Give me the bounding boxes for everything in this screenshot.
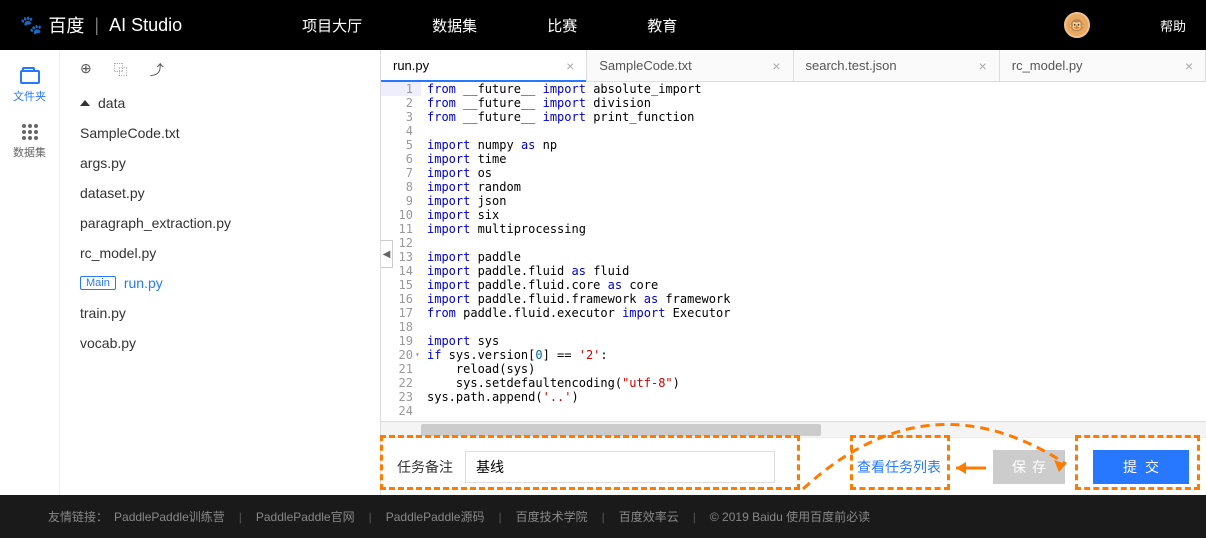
rail-datasets[interactable]: 数据集 xyxy=(13,124,46,160)
main-badge: Main xyxy=(80,276,116,290)
close-icon[interactable]: × xyxy=(979,58,987,74)
file-panel: ⊕ ⿻ ⤴ data SampleCode.txt args.py datase… xyxy=(60,50,380,495)
file-item[interactable]: rc_model.py xyxy=(70,238,370,268)
folder-icon xyxy=(20,70,40,84)
file-item[interactable]: SampleCode.txt xyxy=(70,118,370,148)
task-note-input[interactable] xyxy=(465,451,775,483)
file-item[interactable]: paragraph_extraction.py xyxy=(70,208,370,238)
submit-button[interactable]: 提交 xyxy=(1093,450,1189,484)
file-toolbar: ⊕ ⿻ ⤴ xyxy=(60,60,380,88)
footer-link[interactable]: 百度技术学院 xyxy=(516,508,588,525)
footer-prefix: 友情链接： xyxy=(48,508,108,525)
logo[interactable]: 🐾 百度 | AI Studio xyxy=(20,12,182,38)
file-item[interactable]: vocab.py xyxy=(70,328,370,358)
file-item-main[interactable]: Mainrun.py xyxy=(70,268,370,298)
close-icon[interactable]: × xyxy=(566,58,574,74)
upload-icon[interactable]: ⤴ xyxy=(150,60,164,80)
footer-link[interactable]: 百度效率云 xyxy=(619,508,679,525)
file-item[interactable]: train.py xyxy=(70,298,370,328)
rail-datasets-label: 数据集 xyxy=(13,144,46,160)
nav-right: 🐵 帮助 xyxy=(1064,12,1186,38)
view-tasks-link[interactable]: 查看任务列表 xyxy=(857,457,941,477)
logo-divider: | xyxy=(94,15,99,36)
left-rail: 文件夹 数据集 xyxy=(0,50,60,495)
code-area[interactable]: 1from __future__ import absolute_import2… xyxy=(381,82,1206,421)
new-file-icon[interactable]: ⊕ xyxy=(80,60,92,80)
avatar[interactable]: 🐵 xyxy=(1064,12,1090,38)
logo-text-baidu: 百度 xyxy=(48,12,84,38)
footer: 友情链接： PaddlePaddle训练营| PaddlePaddle官网| P… xyxy=(0,495,1206,538)
nav-datasets[interactable]: 数据集 xyxy=(432,15,477,36)
close-icon[interactable]: × xyxy=(1185,58,1193,74)
tab-sample[interactable]: SampleCode.txt× xyxy=(587,50,793,81)
close-icon[interactable]: × xyxy=(772,58,780,74)
collapse-handle[interactable]: ◀ xyxy=(381,240,393,268)
file-item[interactable]: dataset.py xyxy=(70,178,370,208)
nav-education[interactable]: 教育 xyxy=(647,15,677,36)
rail-files[interactable]: 文件夹 xyxy=(13,70,46,104)
rail-files-label: 文件夹 xyxy=(13,88,46,104)
top-nav: 🐾 百度 | AI Studio 项目大厅 数据集 比赛 教育 🐵 帮助 xyxy=(0,0,1206,50)
footer-link[interactable]: PaddlePaddle官网 xyxy=(256,508,355,525)
dots-icon xyxy=(22,124,38,140)
editor: ◀ run.py× SampleCode.txt× search.test.js… xyxy=(380,50,1206,495)
file-list: data SampleCode.txt args.py dataset.py p… xyxy=(60,88,380,358)
nav-items: 项目大厅 数据集 比赛 教育 xyxy=(302,15,677,36)
folder-data[interactable]: data xyxy=(70,88,370,118)
task-note-label: 任务备注 xyxy=(397,457,453,477)
main: 文件夹 数据集 ⊕ ⿻ ⤴ data SampleCode.txt args.p… xyxy=(0,50,1206,495)
paw-icon: 🐾 xyxy=(20,15,42,36)
logo-text-studio: AI Studio xyxy=(109,15,182,36)
nav-competitions[interactable]: 比赛 xyxy=(547,15,577,36)
new-folder-icon[interactable]: ⿻ xyxy=(114,60,128,80)
hscrollbar[interactable] xyxy=(381,421,1206,437)
footer-link[interactable]: PaddlePaddle源码 xyxy=(386,508,485,525)
scroll-thumb[interactable] xyxy=(421,424,821,436)
footer-link[interactable]: PaddlePaddle训练营 xyxy=(114,508,225,525)
save-button[interactable]: 保存 xyxy=(993,450,1065,484)
bottom-bar: 任务备注 查看任务列表 保存 提交 xyxy=(381,437,1206,495)
editor-tabs: run.py× SampleCode.txt× search.test.json… xyxy=(381,50,1206,82)
tab-run[interactable]: run.py× xyxy=(381,50,587,81)
nav-projects[interactable]: 项目大厅 xyxy=(302,15,362,36)
nav-help[interactable]: 帮助 xyxy=(1160,16,1186,35)
file-item[interactable]: args.py xyxy=(70,148,370,178)
footer-copyright: © 2019 Baidu 使用百度前必读 xyxy=(710,508,870,525)
tab-rcmodel[interactable]: rc_model.py× xyxy=(1000,50,1206,81)
tab-search[interactable]: search.test.json× xyxy=(794,50,1000,81)
caret-icon xyxy=(80,100,90,106)
